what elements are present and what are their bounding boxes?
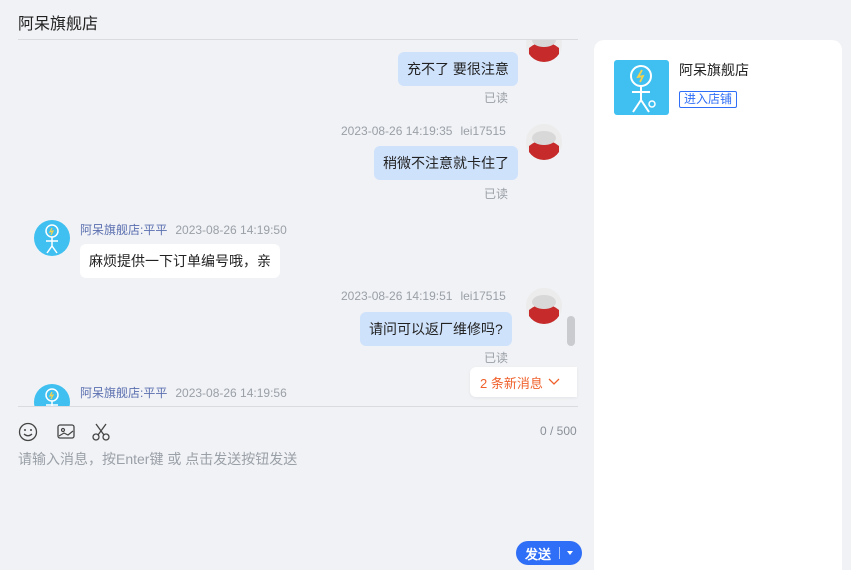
message-time: 2023-08-26 14:19:35: [341, 124, 453, 138]
user-avatar[interactable]: [526, 124, 562, 160]
store-logo[interactable]: [614, 60, 669, 115]
message-time: 2023-08-26 14:19:51: [341, 289, 453, 303]
message-bubble[interactable]: 请问可以返厂维修吗?: [360, 312, 512, 346]
new-messages-label: 2 条新消息: [480, 375, 543, 391]
page-title: 阿呆旗舰店: [18, 16, 99, 33]
message-time: 2023-08-26 14:19:50: [175, 223, 287, 237]
message-sender: 阿呆旗舰店:平平: [80, 223, 168, 237]
send-label: 发送: [525, 546, 552, 562]
image-icon[interactable]: [55, 421, 77, 443]
chevron-down-icon: [548, 378, 560, 385]
message-meta: 2023-08-26 14:19:51 lei17515: [341, 289, 506, 303]
message-meta: 阿呆旗舰店:平平 2023-08-26 14:19:50: [80, 221, 287, 238]
user-avatar[interactable]: [526, 288, 562, 324]
char-counter: 0 / 500: [540, 424, 577, 438]
message-meta: 2023-08-26 14:19:35 lei17515: [341, 124, 506, 138]
message-sender: 阿呆旗舰店:平平: [80, 386, 168, 400]
new-messages-button[interactable]: 2 条新消息: [470, 367, 577, 397]
send-divider: [559, 547, 561, 559]
scrollbar[interactable]: [567, 316, 575, 346]
message-meta: 阿呆旗舰店:平平 2023-08-26 14:19:56: [80, 384, 287, 401]
message-time: 2023-08-26 14:19:56: [175, 386, 287, 400]
store-name: 阿呆旗舰店: [679, 62, 749, 78]
message-bubble[interactable]: 充不了 要很注意: [398, 52, 518, 86]
read-status: 已读: [484, 351, 509, 365]
message-bubble[interactable]: 稍微不注意就卡住了: [374, 146, 518, 180]
enter-store-button[interactable]: 进入店铺: [679, 91, 738, 108]
message-sender: lei17515: [460, 124, 506, 138]
user-avatar[interactable]: [526, 40, 562, 62]
shop-avatar[interactable]: [34, 220, 70, 256]
message-bubble[interactable]: 麻烦提供一下订单编号哦，亲: [80, 244, 280, 278]
emoji-icon[interactable]: [17, 421, 39, 443]
shop-avatar[interactable]: [34, 384, 70, 406]
input-divider: [18, 406, 578, 407]
send-button[interactable]: 发送: [516, 541, 582, 565]
message-list[interactable]: 充不了 要很注意 已读 2023-08-26 14:19:35 lei17515 …: [0, 40, 580, 406]
store-info-panel: 阿呆旗舰店 进入店铺: [594, 40, 842, 570]
scissors-icon[interactable]: [90, 421, 112, 443]
message-input[interactable]: 请输入消息，按Enter键 或 点击发送按钮发送: [18, 449, 297, 469]
send-options-dropdown[interactable]: [567, 551, 574, 555]
message-sender: lei17515: [460, 289, 506, 303]
read-status: 已读: [484, 91, 509, 105]
read-status: 已读: [484, 187, 509, 201]
